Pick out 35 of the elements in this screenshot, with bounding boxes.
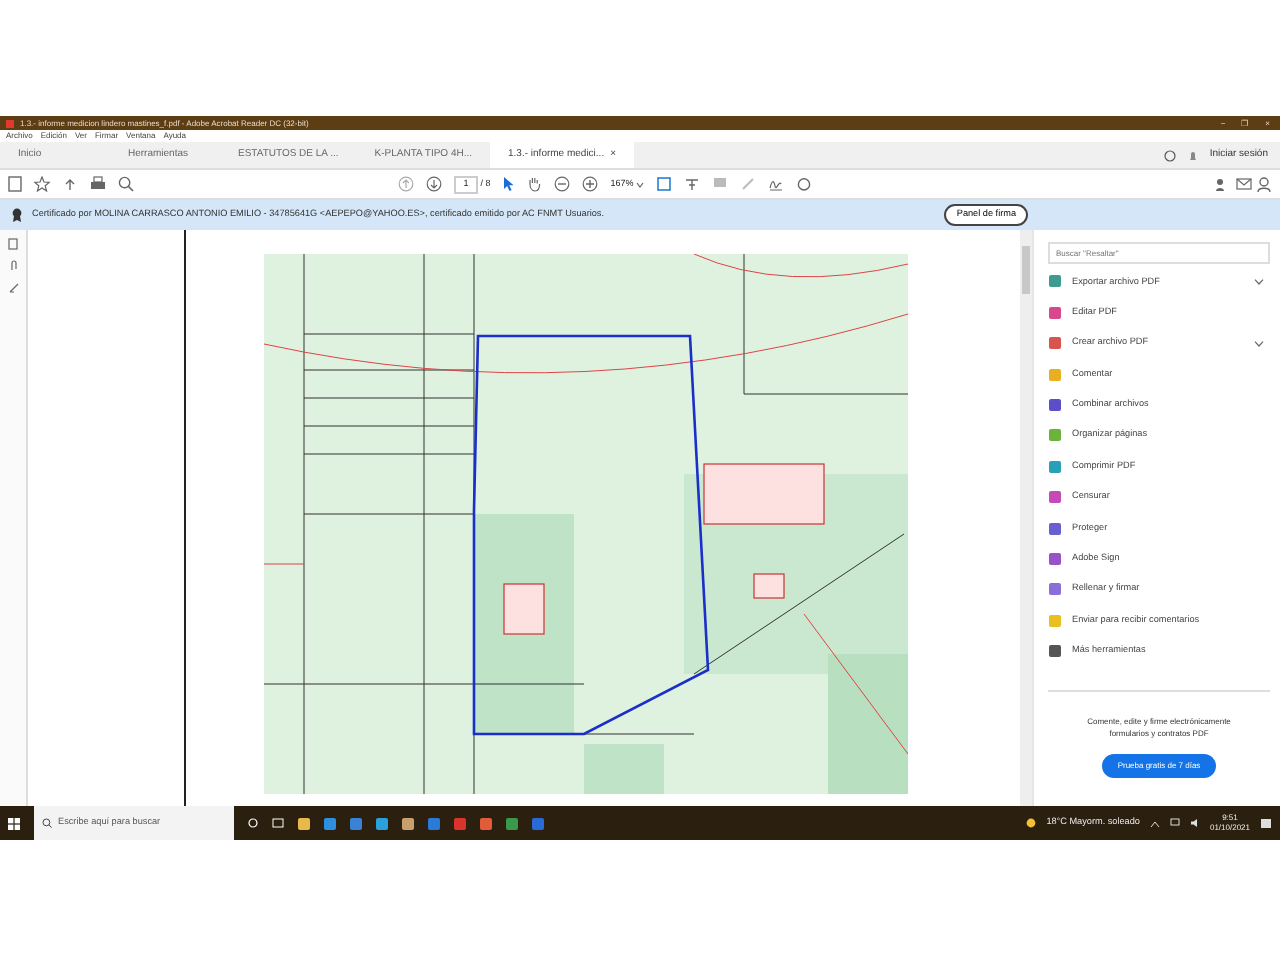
cursor-icon[interactable] [502,176,515,192]
pages-icon[interactable] [7,238,19,250]
caret-icon [636,181,645,187]
sun-icon [1026,818,1037,828]
windows-start-icon[interactable] [8,817,20,829]
mail-icon[interactable] [1235,176,1251,192]
app-icon[interactable] [324,817,336,829]
paperclip-icon[interactable] [7,260,19,272]
zoom-out-icon[interactable] [554,176,571,192]
zoom-in-icon[interactable] [582,176,599,192]
app-icon[interactable] [428,817,440,829]
person-icon[interactable] [1256,176,1272,192]
print-icon[interactable] [90,176,106,192]
chevron-icon [1254,277,1264,286]
search-icon [42,818,52,828]
star-icon[interactable] [34,176,50,192]
app-icon[interactable] [480,817,492,829]
app-icon[interactable] [506,817,518,829]
app-icon[interactable] [298,817,310,829]
upload-icon[interactable] [62,176,78,192]
search-icon[interactable] [118,176,134,192]
app-icon[interactable] [350,817,362,829]
page-icon[interactable] [8,176,22,192]
caret-icon[interactable] [1149,819,1160,827]
speaker-icon[interactable] [1189,818,1200,828]
app-icon[interactable] [402,817,414,829]
down-arrow-icon[interactable] [426,176,442,192]
hand-icon[interactable] [526,176,543,192]
app-icon [6,119,14,127]
signature-icon[interactable] [768,176,785,192]
circle-icon[interactable] [248,818,258,828]
ribbon-icon [12,208,22,222]
app-icon[interactable] [376,817,388,829]
chevron-icon [1254,339,1264,348]
pen-nib-icon[interactable] [7,282,19,294]
